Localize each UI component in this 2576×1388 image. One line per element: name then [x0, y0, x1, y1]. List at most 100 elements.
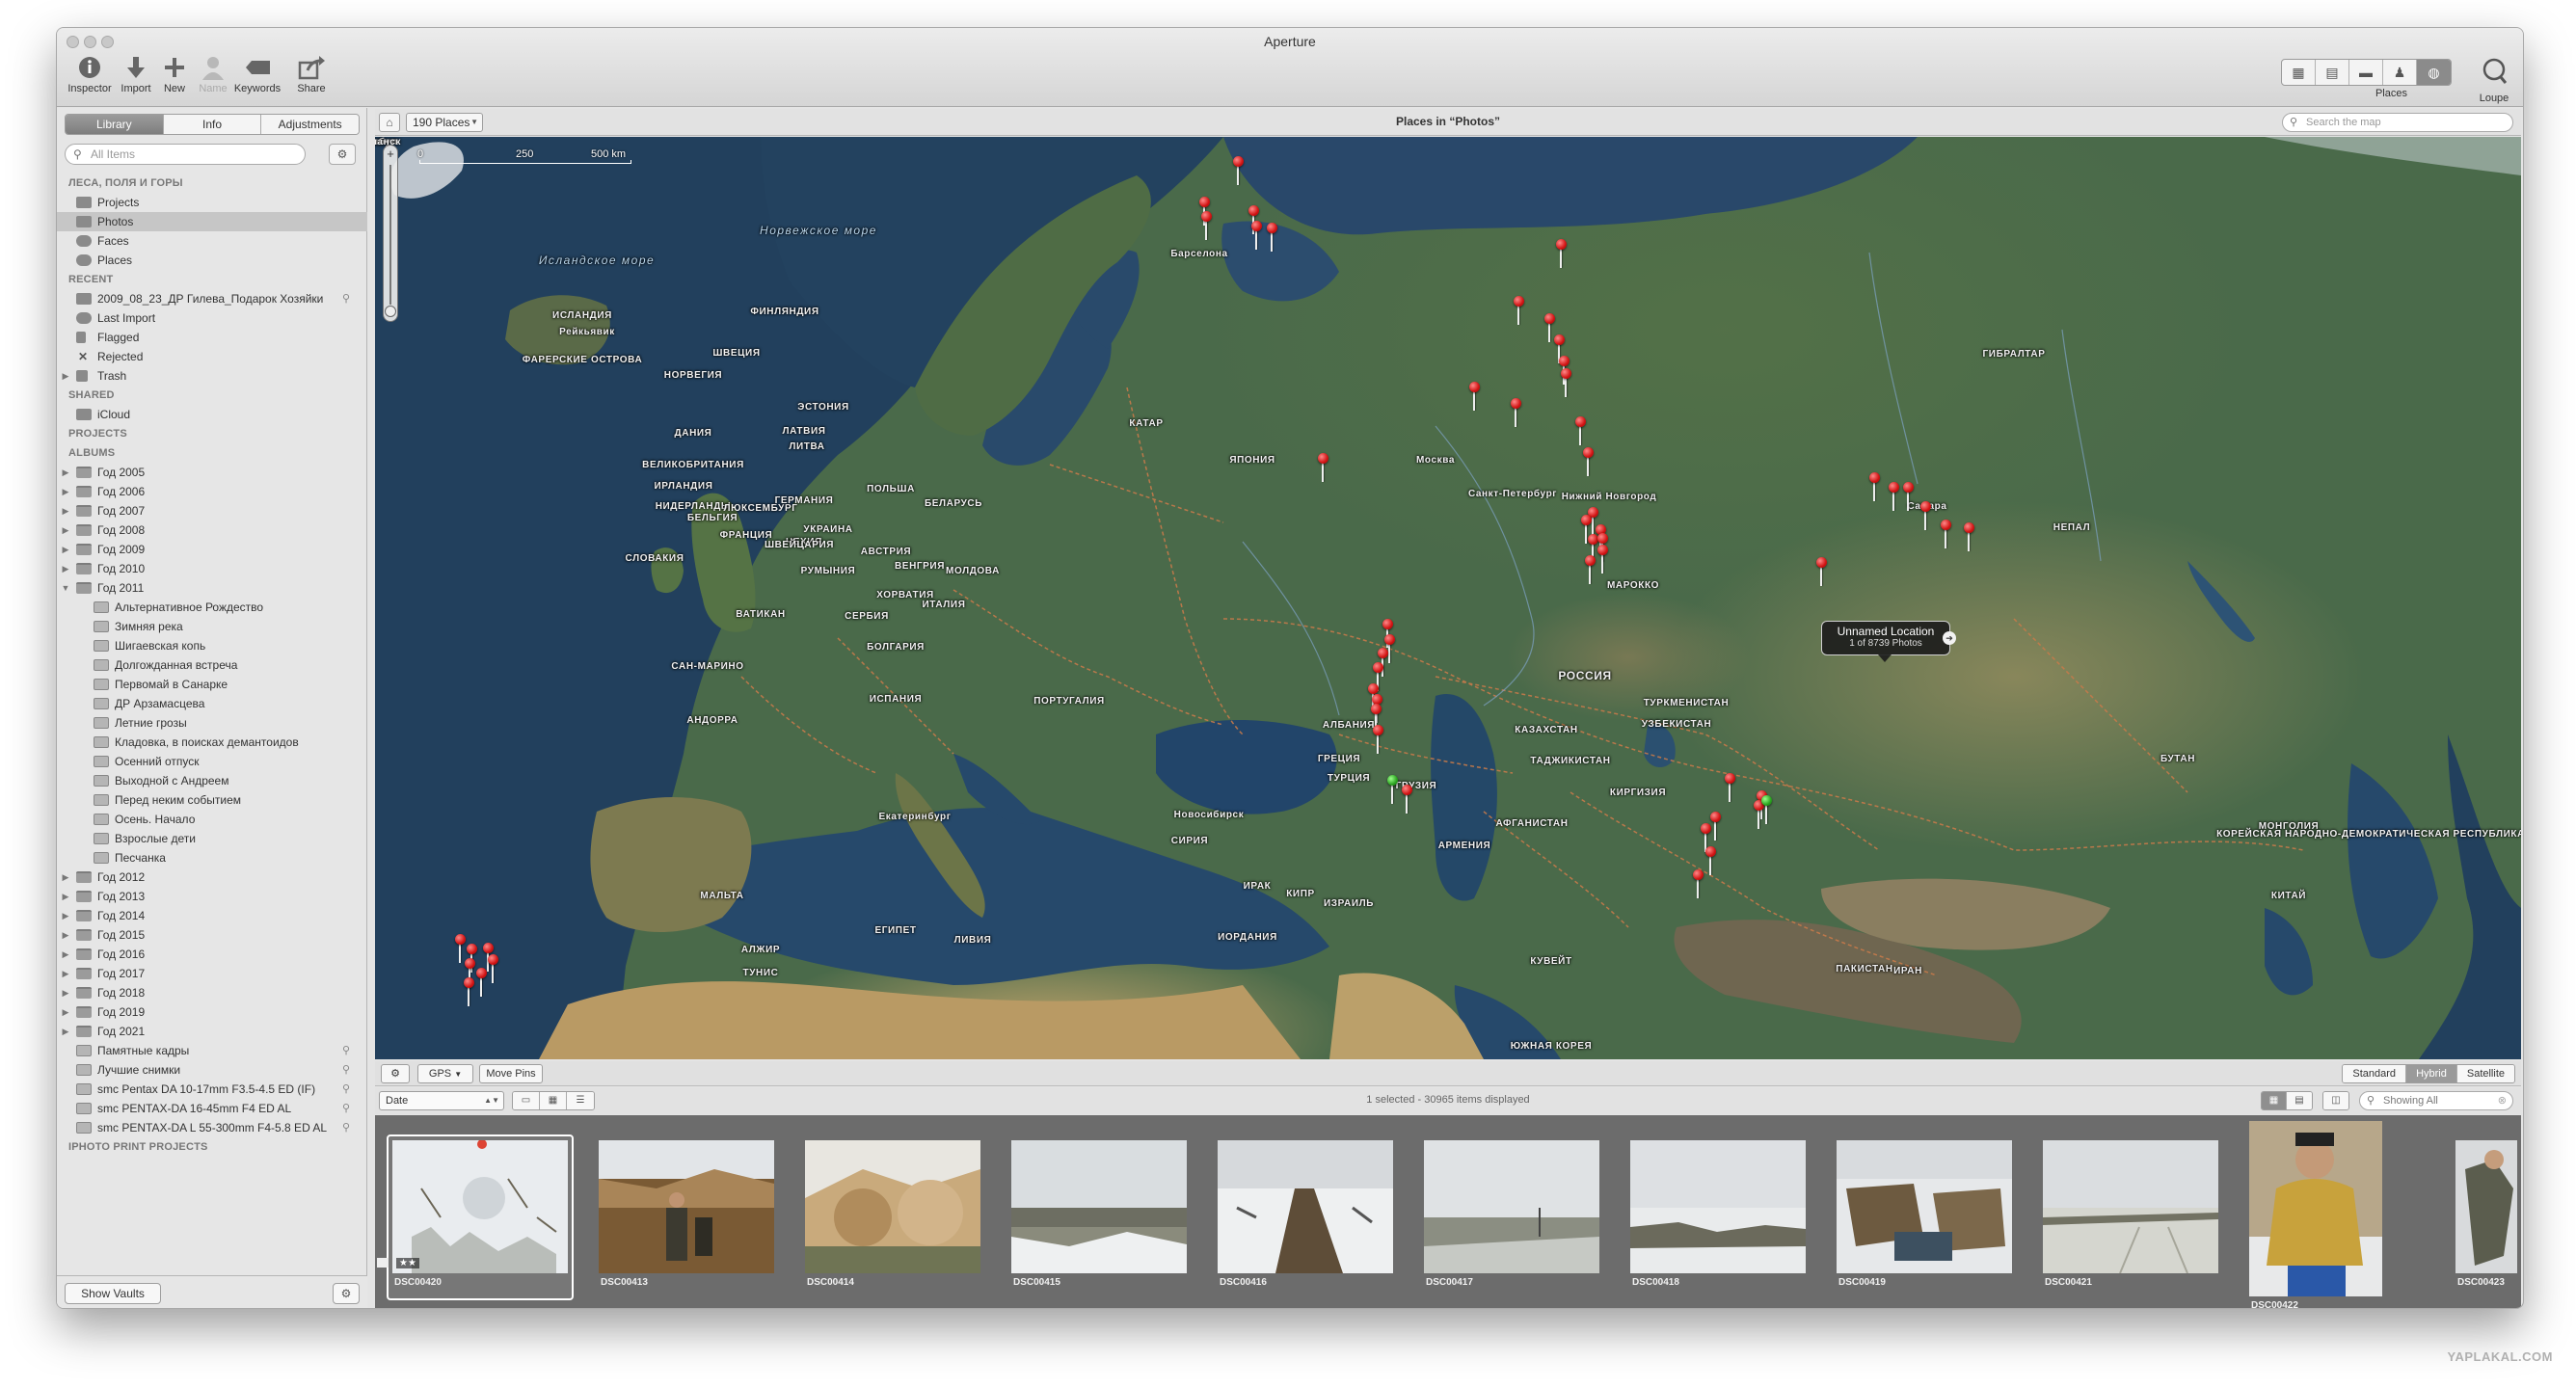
sidebar-item-smart-album[interactable]: Памятные кадры ⚲ — [57, 1041, 367, 1060]
disclosure-triangle-icon[interactable]: ▶ — [61, 964, 70, 983]
clear-icon[interactable]: ⊗ — [2498, 1092, 2507, 1109]
sidebar-item-smart-album[interactable]: smc PENTAX-DA 16-45mm F4 ED AL ⚲ — [57, 1099, 367, 1118]
sidebar-item-album[interactable]: Осень. Начало — [57, 810, 367, 829]
sidebar-item-smart-album[interactable]: smc Pentax DA 10-17mm F3.5-4.5 ED (IF) ⚲ — [57, 1080, 367, 1099]
disclosure-triangle-icon[interactable]: ▶ — [61, 906, 70, 925]
sidebar-item-recent-project[interactable]: 2009_08_23_ДР Гилева_Подарок Хозяйки ⚲ — [57, 289, 367, 308]
places-view-button[interactable]: ◍ — [2417, 60, 2451, 85]
sidebar-item-places[interactable]: Places — [57, 251, 367, 270]
loupe-button[interactable]: Loupe — [2475, 57, 2513, 106]
location-callout[interactable]: Unnamed Location 1 of 8739 Photos ➔ — [1821, 621, 1956, 662]
faces-view-button[interactable]: ♟ — [2383, 60, 2417, 85]
library-search-input[interactable]: ⚲ All Items — [65, 144, 306, 165]
sidebar-item-smart-album[interactable]: smc PENTAX-DA L 55-300mm F4-5.8 ED AL ⚲ — [57, 1118, 367, 1137]
sidebar-item-year[interactable]: ▶ Год 2008 — [57, 520, 367, 540]
map-type-standard[interactable]: Standard — [2343, 1065, 2407, 1082]
sidebar-item-year[interactable]: ▶ Год 2016 — [57, 945, 367, 964]
sidebar-item-smart-album[interactable]: Лучшие снимки ⚲ — [57, 1060, 367, 1080]
sidebar-item-year[interactable]: ▶ Год 2014 — [57, 906, 367, 925]
browser-filter-search[interactable]: ⚲ Showing All ⊗ — [2359, 1091, 2513, 1110]
move-pins-button[interactable]: Move Pins — [479, 1064, 543, 1083]
layout-b-button[interactable]: ▤ — [2287, 1092, 2312, 1109]
keywords-button[interactable]: Keywords — [228, 55, 286, 94]
sidebar-item-album[interactable]: Шигаевская копь — [57, 636, 367, 655]
sidebar-item-album[interactable]: Перед неким событием — [57, 790, 367, 810]
sidebar-item-rejected[interactable]: ✕ Rejected — [57, 347, 367, 366]
sidebar-item-projects[interactable]: Projects — [57, 193, 367, 212]
map-search-input[interactable]: ⚲ Search the map — [2282, 113, 2513, 132]
sidebar-item-year[interactable]: ▶ Год 2021 — [57, 1022, 367, 1041]
disclosure-triangle-icon[interactable]: ▶ — [61, 463, 70, 482]
sidebar-item-year[interactable]: ▶ Год 2010 — [57, 559, 367, 578]
filter-hud-button[interactable]: ◫ — [2323, 1092, 2348, 1109]
sidebar-item-album[interactable]: Зимняя река — [57, 617, 367, 636]
disclosure-triangle-icon[interactable]: ▶ — [61, 983, 70, 1002]
tab-library[interactable]: Library — [66, 115, 164, 134]
sidebar-item-year[interactable]: ▶ Год 2019 — [57, 1002, 367, 1022]
disclosure-triangle-icon[interactable]: ▶ — [61, 1022, 70, 1041]
tab-info[interactable]: Info — [163, 115, 262, 134]
sidebar-item-album[interactable]: Первомай в Санарке — [57, 675, 367, 694]
sidebar-item-last-import[interactable]: Last Import — [57, 308, 367, 328]
zoom-knob[interactable] — [385, 306, 396, 317]
map-action-button[interactable]: ⚙ — [381, 1064, 410, 1083]
places-map[interactable]: Исландское море Норвежское море ИСЛАНДИЯ Ре… — [375, 137, 2521, 1059]
disclosure-triangle-icon[interactable]: ▶ — [61, 520, 70, 540]
sidebar-item-year[interactable]: ▶ Год 2017 — [57, 964, 367, 983]
sidebar-item-year[interactable]: ▶ Год 2018 — [57, 983, 367, 1002]
map-zoom-slider[interactable]: + — [383, 145, 398, 322]
map-scale: 0 250 500 km — [417, 148, 631, 166]
disclosure-triangle-icon[interactable]: ▶ — [61, 559, 70, 578]
sidebar-item-album[interactable]: Долгожданная встреча — [57, 655, 367, 675]
browser-toolbar: Date ▲▼ ▭ ▦ ☰ 1 selected - 30965 items di… — [375, 1087, 2521, 1114]
map-type-hybrid[interactable]: Hybrid — [2406, 1065, 2457, 1082]
disclosure-triangle-icon[interactable]: ▼ — [61, 578, 70, 598]
sidebar-item-photos[interactable]: Photos — [57, 212, 367, 231]
disclosure-triangle-icon[interactable]: ▶ — [61, 925, 70, 945]
sidebar-item-year[interactable]: ▶ Год 2007 — [57, 501, 367, 520]
disclosure-triangle-icon[interactable]: ▶ — [61, 945, 70, 964]
sidebar-item-trash[interactable]: ▶ Trash — [57, 366, 367, 386]
zoom-in-icon[interactable]: + — [384, 147, 397, 161]
sidebar-item-icloud[interactable]: iCloud — [57, 405, 367, 424]
sidebar-item-year-2011[interactable]: ▼ Год 2011 — [57, 578, 367, 598]
sidebar-item-year[interactable]: ▶ Год 2013 — [57, 887, 367, 906]
sidebar-item-album[interactable]: Альтернативное Рождество — [57, 598, 367, 617]
layout-a-button[interactable]: ▦ — [2262, 1092, 2287, 1109]
sidebar-item-album[interactable]: Взрослые дети — [57, 829, 367, 848]
tab-adjustments[interactable]: Adjustments — [261, 115, 359, 134]
grid-view-button[interactable]: ▦ — [2282, 60, 2316, 85]
sidebar-item-year[interactable]: ▶ Год 2015 — [57, 925, 367, 945]
callout-arrow-icon[interactable]: ➔ — [1943, 631, 1956, 645]
share-button[interactable]: Share — [282, 55, 340, 94]
sidebar-item-year[interactable]: ▶ Год 2005 — [57, 463, 367, 482]
disclosure-triangle-icon[interactable]: ▶ — [61, 868, 70, 887]
sidebar-item-album[interactable]: ДР Арзамасцева — [57, 694, 367, 713]
split-view-button[interactable]: ▤ — [2316, 60, 2349, 85]
map-type-satellite[interactable]: Satellite — [2456, 1065, 2514, 1082]
sidebar-item-album[interactable]: Песчанка — [57, 848, 367, 868]
show-vaults-button[interactable]: Show Vaults — [65, 1283, 161, 1304]
sidebar-item-flagged[interactable]: Flagged — [57, 328, 367, 347]
sidebar-item-year[interactable]: ▶ Год 2009 — [57, 540, 367, 559]
sidebar-item-year[interactable]: ▶ Год 2012 — [57, 868, 367, 887]
viewer-button[interactable]: ▬ — [2349, 60, 2383, 85]
sidebar-item-album[interactable]: Выходной с Андреем — [57, 771, 367, 790]
sidebar-item-album[interactable]: Летние грозы — [57, 713, 367, 733]
sidebar-item-album[interactable]: Осенний отпуск — [57, 752, 367, 771]
photo-filename: DSC00422 — [2251, 1300, 2298, 1309]
disclosure-triangle-icon[interactable]: ▶ — [61, 482, 70, 501]
disclosure-triangle-icon[interactable]: ▶ — [61, 366, 70, 386]
sidebar-item-faces[interactable]: Faces — [57, 231, 367, 251]
disclosure-triangle-icon[interactable]: ▶ — [61, 501, 70, 520]
disclosure-triangle-icon[interactable]: ▶ — [61, 1002, 70, 1022]
sidebar-action-button[interactable]: ⚙ — [329, 144, 356, 165]
map-label: ИРЛАНДИЯ — [654, 481, 713, 492]
sidebar-item-year[interactable]: ▶ Год 2006 — [57, 482, 367, 501]
sidebar-bottom-action-button[interactable]: ⚙ — [333, 1283, 360, 1304]
disclosure-triangle-icon[interactable]: ▶ — [61, 887, 70, 906]
sidebar-item-album[interactable]: Кладовка, в поисках демантоидов — [57, 733, 367, 752]
gps-popup[interactable]: GPS ▼ — [417, 1064, 473, 1083]
disclosure-triangle-icon[interactable]: ▶ — [61, 540, 70, 559]
scale-label-start: 0 — [417, 148, 424, 160]
